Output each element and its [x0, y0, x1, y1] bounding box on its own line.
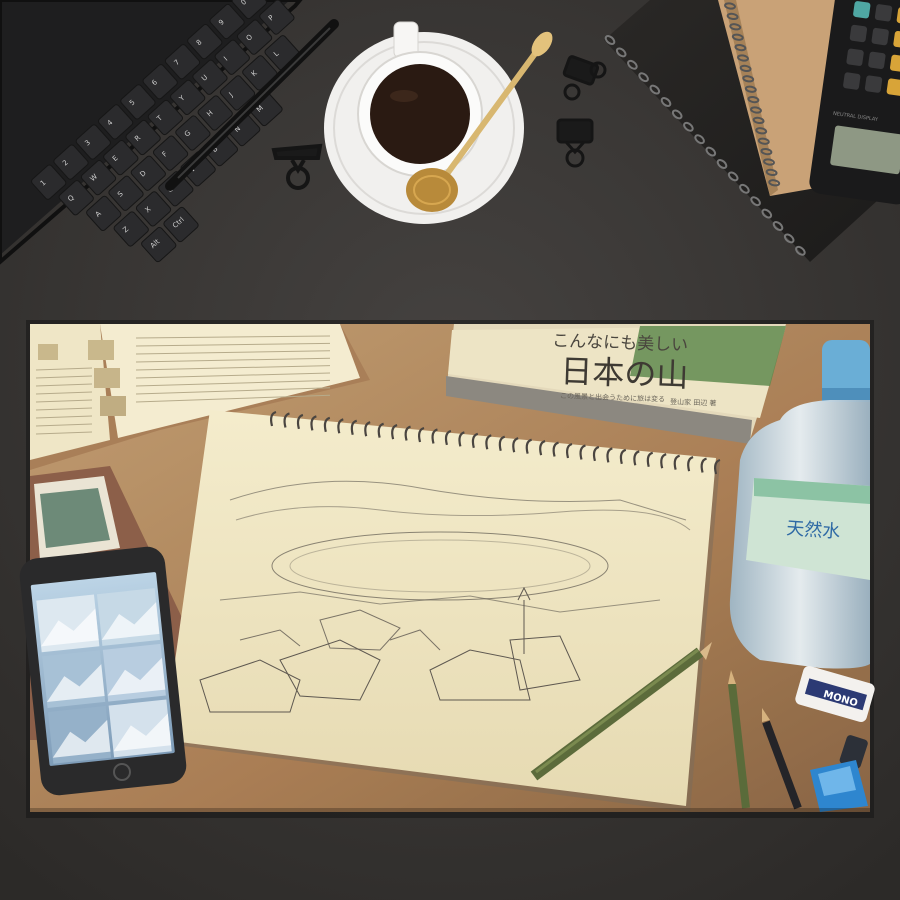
- book-title-line2: 日本の山: [560, 352, 689, 394]
- desk-scene: 1234567890QWERTYUIOPASDFGHJKLZXCVBNMAltC…: [0, 0, 900, 900]
- sketchbook: [164, 410, 721, 812]
- bottle-label: 天然水: [786, 518, 841, 543]
- book-author: 登山家 田辺 著: [670, 397, 717, 408]
- smartphone: [19, 546, 187, 796]
- cookie: [406, 168, 458, 212]
